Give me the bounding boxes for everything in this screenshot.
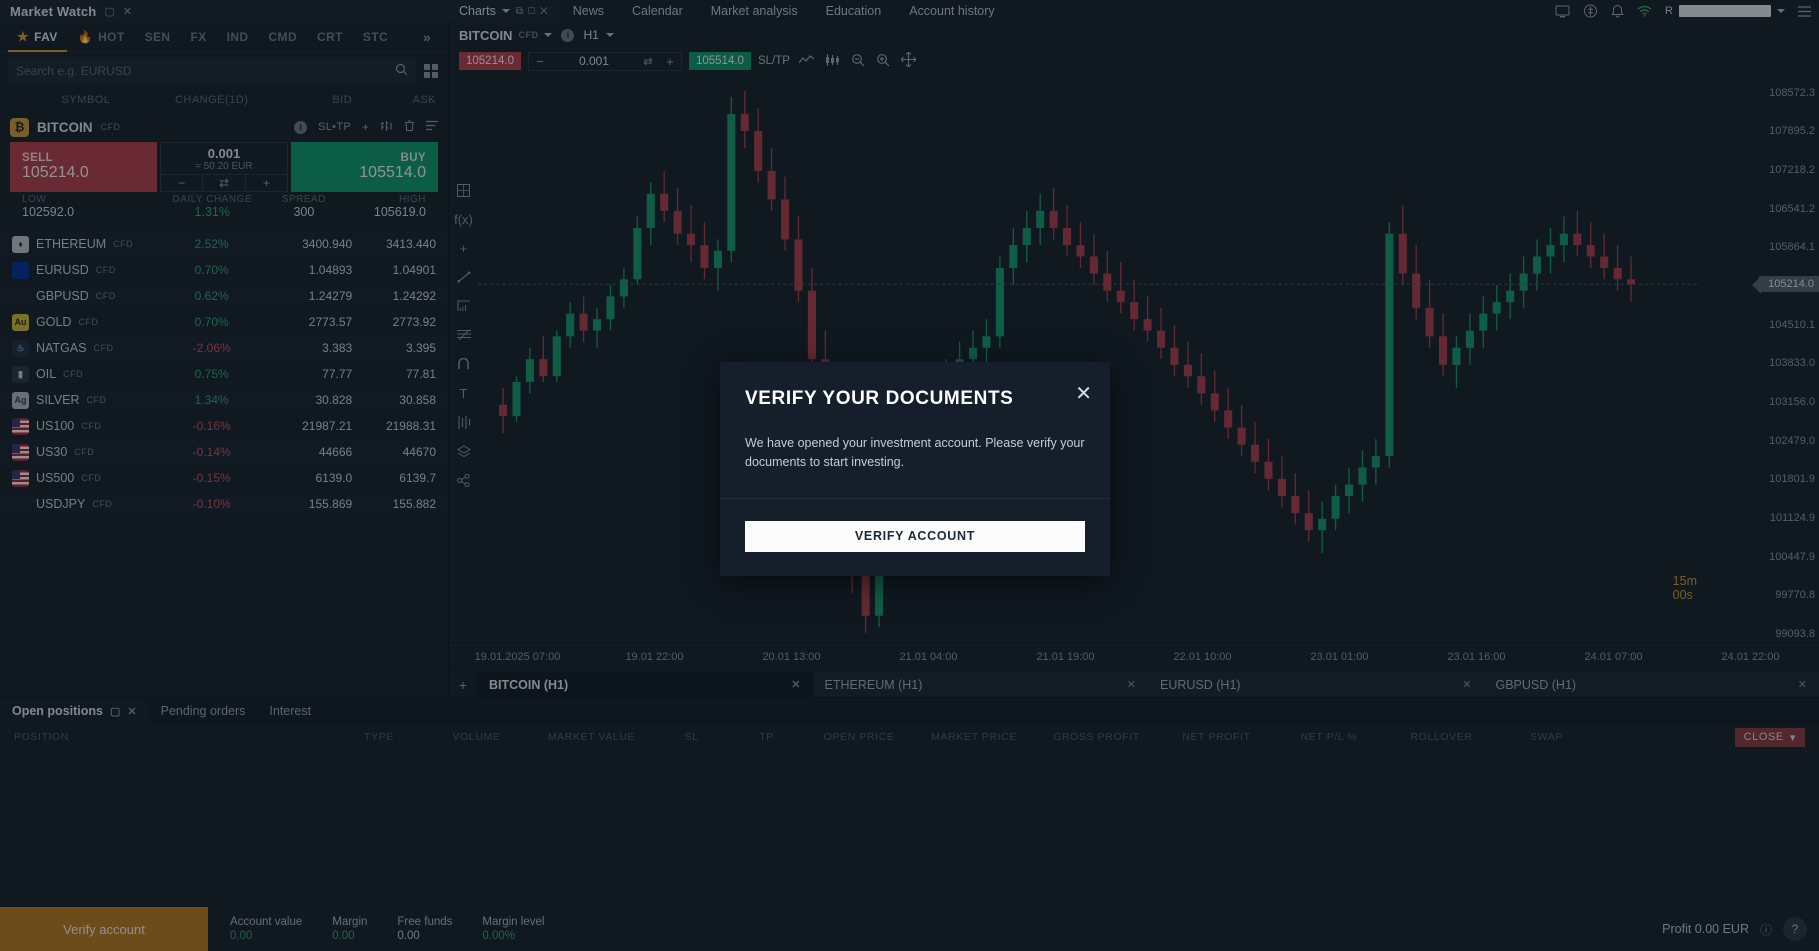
- modal-title: VERIFY YOUR DOCUMENTS: [745, 388, 1014, 409]
- modal-separator: [720, 497, 1110, 499]
- verify-documents-modal: VERIFY YOUR DOCUMENTS ✕ We have opened y…: [720, 362, 1110, 576]
- trading-platform-app: Market Watch ▢ ✕ Charts ⧉ ▢ ✕ News Calen…: [0, 0, 1819, 951]
- modal-close-icon[interactable]: ✕: [1075, 384, 1092, 404]
- verify-account-button[interactable]: VERIFY ACCOUNT: [745, 520, 1085, 552]
- modal-body-text: We have opened your investment account. …: [745, 436, 1085, 469]
